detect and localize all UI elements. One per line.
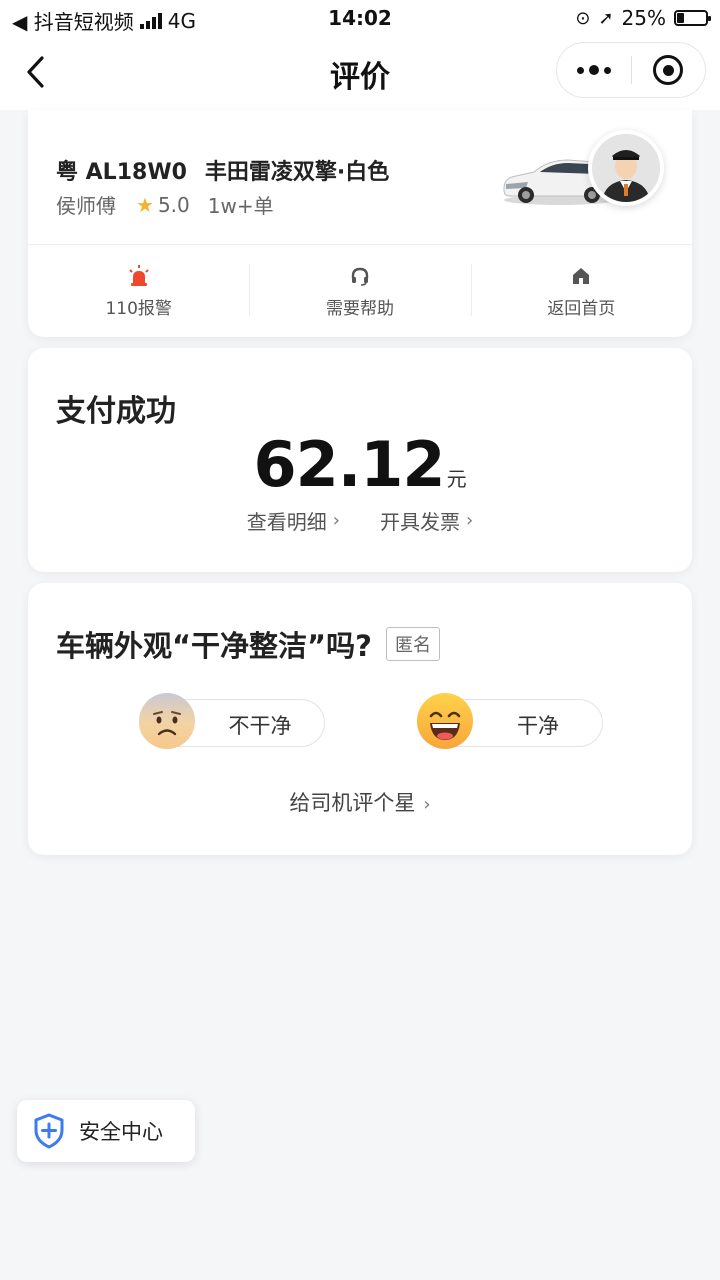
not-clean-label: 不干净 — [228, 714, 292, 738]
quick-action-label: 110报警 — [105, 299, 172, 319]
rating-question: 车辆外观“干净整洁”吗? 匿名 — [56, 623, 440, 665]
nav-bar: 评价 — [0, 36, 720, 110]
target-circle-icon — [653, 55, 684, 85]
vehicle-info: 粤 AL18W0 丰田雷凌双擎·白色 — [56, 154, 389, 186]
safety-center-label: 安全中心 — [79, 1120, 163, 1144]
alarm-siren-icon — [127, 264, 151, 288]
chevron-right-icon: › — [423, 794, 431, 815]
view-details-link[interactable]: 查看明细 › — [247, 506, 340, 535]
back-home-button[interactable]: 返回首页 — [470, 244, 692, 337]
star-icon: ★ — [136, 192, 154, 217]
home-icon — [569, 264, 593, 288]
payment-amount: 62.12 元 — [28, 428, 692, 501]
status-right: ⊙ ➚ 25% — [575, 6, 711, 30]
rate-driver-label: 给司机评个星 — [289, 791, 416, 815]
rating-card: 车辆外观“干净整洁”吗? 匿名 不干净 干净 给司机评个星 › — [28, 583, 692, 855]
driver-name: 侯师傅 — [56, 194, 116, 218]
close-button[interactable] — [632, 43, 705, 97]
rate-driver-link[interactable]: 给司机评个星 › — [28, 787, 692, 817]
driver-avatar — [588, 130, 664, 206]
chevron-right-icon: › — [332, 510, 340, 531]
mini-program-capsule — [556, 42, 706, 98]
driver-card: 粤 AL18W0 丰田雷凌双擎·白色 侯师傅 ★ 5.0 1w+单 110报警 … — [28, 110, 692, 337]
driver-avatar-illustration — [592, 134, 660, 202]
chevron-right-icon: › — [466, 510, 474, 531]
quick-actions: 110报警 需要帮助 返回首页 — [28, 244, 692, 337]
safety-center-button[interactable]: 安全中心 — [17, 1100, 195, 1162]
not-clean-button[interactable]: 不干净 — [139, 693, 325, 749]
need-help-button[interactable]: 需要帮助 — [249, 244, 470, 337]
payment-status-title: 支付成功 — [56, 394, 176, 429]
rotation-lock-icon: ⊙ — [575, 7, 591, 29]
clean-label: 干净 — [517, 714, 559, 738]
car-model: 丰田雷凌双擎·白色 — [204, 160, 390, 185]
quick-action-label: 需要帮助 — [325, 299, 394, 319]
question-text: 车辆外观“干净整洁”吗? — [56, 629, 372, 663]
driver-orders: 1w+单 — [207, 194, 274, 218]
view-details-label: 查看明细 — [246, 510, 327, 534]
location-arrow-icon: ➚ — [598, 7, 614, 29]
shield-plus-icon — [34, 1113, 64, 1149]
issue-invoice-label: 开具发票 — [380, 510, 460, 534]
clean-button[interactable]: 干净 — [417, 693, 603, 749]
amount-unit: 元 — [446, 467, 467, 491]
battery-fill — [677, 13, 684, 23]
happy-face-icon — [417, 693, 473, 749]
headset-icon — [348, 264, 372, 288]
battery-icon — [674, 10, 711, 26]
driver-info: 侯师傅 ★ 5.0 1w+单 — [56, 190, 274, 219]
driver-rating: 5.0 — [157, 192, 190, 217]
call-police-button[interactable]: 110报警 — [28, 244, 249, 337]
more-button[interactable] — [557, 43, 631, 97]
payment-card: 支付成功 62.12 元 查看明细 › 开具发票 › — [28, 348, 692, 572]
status-bar: ◀ 抖音短视频 4G 14:02 ⊙ ➚ 25% — [0, 0, 720, 36]
license-plate: 粤 AL18W0 — [56, 160, 187, 185]
amount-value: 62.12 — [253, 428, 445, 501]
payment-links: 查看明细 › 开具发票 › — [28, 506, 692, 535]
quick-action-label: 返回首页 — [547, 299, 616, 319]
battery-percent: 25% — [621, 6, 666, 30]
anonymous-tag: 匿名 — [385, 627, 440, 661]
issue-invoice-link[interactable]: 开具发票 › — [380, 506, 473, 535]
sad-face-icon — [139, 693, 195, 749]
